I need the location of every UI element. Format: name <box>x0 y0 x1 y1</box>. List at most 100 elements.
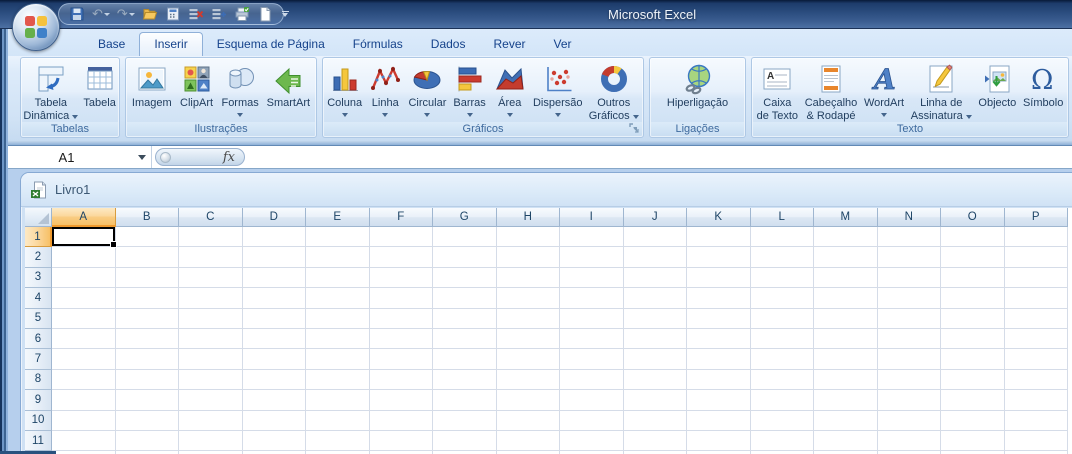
symbol-button[interactable]: Ω Símbolo <box>1021 60 1065 111</box>
signature-line-button[interactable]: Linha de Assinatura <box>909 60 974 124</box>
cell-P11[interactable] <box>1005 431 1069 451</box>
formula-bar-handle[interactable] <box>160 152 171 163</box>
cell-F7[interactable] <box>370 349 434 369</box>
cell-C4[interactable] <box>179 288 243 308</box>
cell-G8[interactable] <box>433 370 497 390</box>
row-header-7[interactable]: 7 <box>25 349 52 369</box>
cell-E6[interactable] <box>306 329 370 349</box>
column-header-A[interactable]: A <box>52 208 116 227</box>
cell-N7[interactable] <box>878 349 942 369</box>
cell-O5[interactable] <box>941 309 1005 329</box>
cell-L3[interactable] <box>751 268 815 288</box>
select-all-corner[interactable] <box>25 208 52 227</box>
cell-I7[interactable] <box>560 349 624 369</box>
cell-B8[interactable] <box>116 370 180 390</box>
row-header-9[interactable]: 9 <box>25 390 52 410</box>
cell-O9[interactable] <box>941 390 1005 410</box>
workbook-title-bar[interactable]: Livro1 <box>21 173 1072 207</box>
cell-F8[interactable] <box>370 370 434 390</box>
cell-H10[interactable] <box>497 411 561 431</box>
cell-E2[interactable] <box>306 247 370 267</box>
calculator-icon[interactable] <box>165 6 181 22</box>
cell-J5[interactable] <box>624 309 688 329</box>
insert-function-button[interactable]: fx <box>155 148 245 166</box>
row-header-5[interactable]: 5 <box>25 309 52 329</box>
cell-F2[interactable] <box>370 247 434 267</box>
cell-L7[interactable] <box>751 349 815 369</box>
cell-C3[interactable] <box>179 268 243 288</box>
cell-B2[interactable] <box>116 247 180 267</box>
text-box-button[interactable]: A Caixa de Texto <box>755 60 800 124</box>
cell-K5[interactable] <box>687 309 751 329</box>
cell-J11[interactable] <box>624 431 688 451</box>
cell-A6[interactable] <box>52 329 116 349</box>
cell-K6[interactable] <box>687 329 751 349</box>
tab-dados[interactable]: Dados <box>417 33 480 56</box>
undo-dropdown-icon[interactable] <box>104 13 110 16</box>
cell-C11[interactable] <box>179 431 243 451</box>
cell-O2[interactable] <box>941 247 1005 267</box>
cell-B5[interactable] <box>116 309 180 329</box>
column-header-E[interactable]: E <box>306 208 370 227</box>
cell-M4[interactable] <box>814 288 878 308</box>
tab-esquema-de-pagina[interactable]: Esquema de Página <box>203 33 339 56</box>
cell-H5[interactable] <box>497 309 561 329</box>
cell-C7[interactable] <box>179 349 243 369</box>
cell-B11[interactable] <box>116 431 180 451</box>
cell-M2[interactable] <box>814 247 878 267</box>
cell-M9[interactable] <box>814 390 878 410</box>
row-header-1[interactable]: 1 <box>25 227 52 247</box>
cell-O1[interactable] <box>941 227 1005 247</box>
scatter-chart-button[interactable]: Dispersão <box>531 60 585 121</box>
cell-A4[interactable] <box>52 288 116 308</box>
table-button[interactable]: Tabela <box>81 60 119 111</box>
smartart-button[interactable]: SmartArt <box>265 60 312 111</box>
cell-E10[interactable] <box>306 411 370 431</box>
cell-J1[interactable] <box>624 227 688 247</box>
cell-N6[interactable] <box>878 329 942 349</box>
cell-D2[interactable] <box>243 247 307 267</box>
cell-M5[interactable] <box>814 309 878 329</box>
cell-E3[interactable] <box>306 268 370 288</box>
cell-K9[interactable] <box>687 390 751 410</box>
cell-P9[interactable] <box>1005 390 1069 410</box>
cell-F4[interactable] <box>370 288 434 308</box>
open-icon[interactable] <box>142 6 158 22</box>
cell-L9[interactable] <box>751 390 815 410</box>
save-icon[interactable] <box>69 6 85 22</box>
cell-J2[interactable] <box>624 247 688 267</box>
customize-qat-button[interactable] <box>278 6 292 22</box>
cell-D4[interactable] <box>243 288 307 308</box>
cell-G7[interactable] <box>433 349 497 369</box>
cell-K2[interactable] <box>687 247 751 267</box>
cell-I10[interactable] <box>560 411 624 431</box>
cell-O8[interactable] <box>941 370 1005 390</box>
cell-K1[interactable] <box>687 227 751 247</box>
cell-P3[interactable] <box>1005 268 1069 288</box>
cell-H6[interactable] <box>497 329 561 349</box>
wordart-button[interactable]: A WordArt <box>862 60 906 121</box>
cell-A10[interactable] <box>52 411 116 431</box>
cell-K3[interactable] <box>687 268 751 288</box>
cell-J4[interactable] <box>624 288 688 308</box>
cell-M8[interactable] <box>814 370 878 390</box>
column-chart-button[interactable]: Coluna <box>325 60 364 121</box>
line-chart-button[interactable]: Linha <box>366 60 404 121</box>
redo-dropdown-icon[interactable] <box>129 13 135 16</box>
cell-H11[interactable] <box>497 431 561 451</box>
new-document-icon[interactable] <box>257 6 273 22</box>
cell-H1[interactable] <box>497 227 561 247</box>
cell-E1[interactable] <box>306 227 370 247</box>
tab-formulas[interactable]: Fórmulas <box>339 33 417 56</box>
dialog-launcher-icon[interactable] <box>629 123 640 134</box>
cell-N5[interactable] <box>878 309 942 329</box>
cell-B1[interactable] <box>116 227 180 247</box>
row-header-8[interactable]: 8 <box>25 370 52 390</box>
column-header-O[interactable]: O <box>941 208 1005 227</box>
cell-M3[interactable] <box>814 268 878 288</box>
picture-button[interactable]: Imagem <box>130 60 174 111</box>
cell-G3[interactable] <box>433 268 497 288</box>
cell-I6[interactable] <box>560 329 624 349</box>
column-header-B[interactable]: B <box>116 208 180 227</box>
column-header-N[interactable]: N <box>878 208 942 227</box>
